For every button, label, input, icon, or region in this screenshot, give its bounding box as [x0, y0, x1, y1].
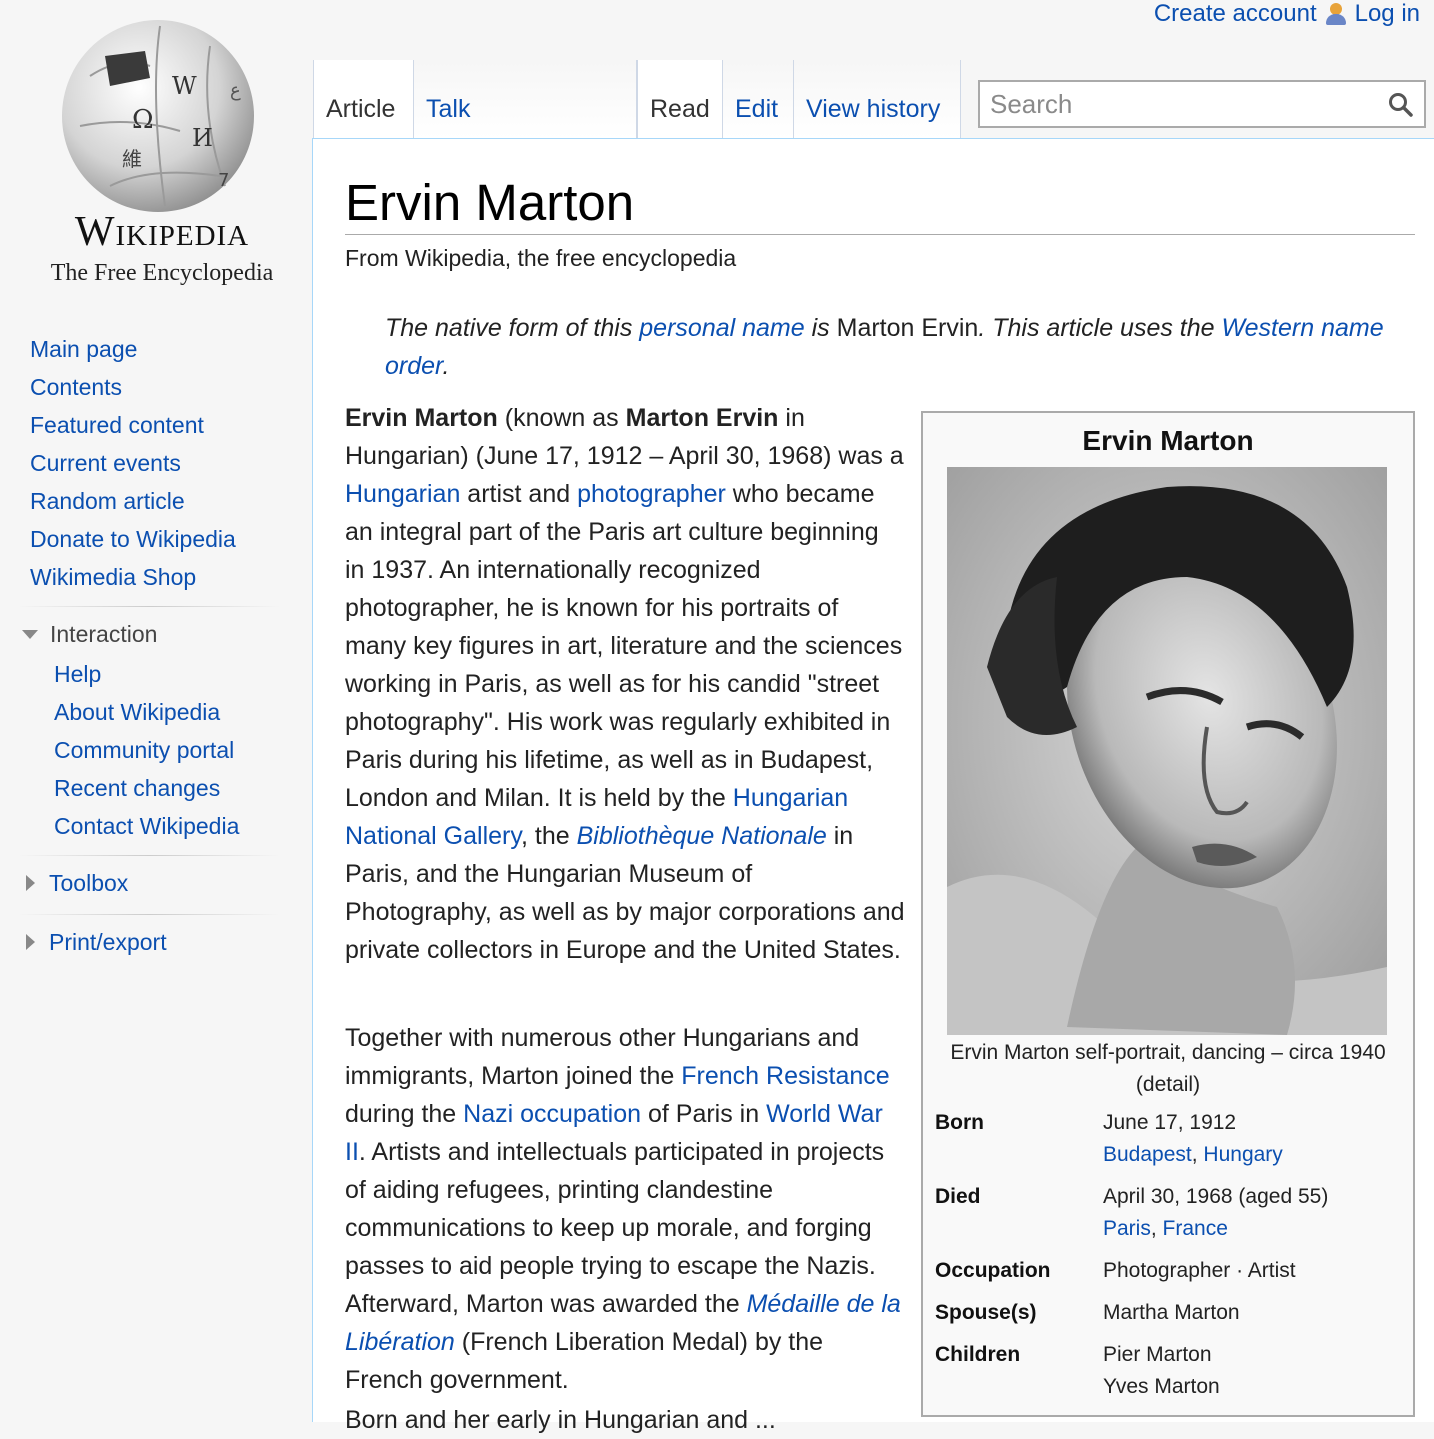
- tab-article[interactable]: Article: [313, 60, 413, 138]
- portal-interaction-heading[interactable]: Interaction: [0, 613, 300, 655]
- site-subtitle: From Wikipedia, the free encyclopedia: [345, 245, 737, 271]
- wikipedia-wordmark: Wikipedia: [74, 209, 250, 255]
- sidebar-divider: [18, 855, 280, 856]
- sidebar-item-recent-changes[interactable]: Recent changes: [0, 769, 300, 807]
- svg-text:Ω: Ω: [132, 105, 154, 135]
- svg-text:7: 7: [218, 170, 229, 191]
- hungary-link[interactable]: Hungary: [1203, 1143, 1282, 1166]
- tab-read[interactable]: Read: [637, 60, 723, 138]
- search-icon[interactable]: [1388, 92, 1414, 118]
- infobox: Ervin Marton Ervin Marton self-portrait,…: [921, 411, 1415, 1417]
- occupation-label: Occupation: [935, 1259, 1051, 1282]
- born-label: Born: [935, 1111, 984, 1134]
- collapse-arrow-icon: [22, 629, 38, 639]
- personal-name-link[interactable]: personal name: [639, 314, 804, 342]
- create-account-link[interactable]: Create account: [1154, 0, 1317, 28]
- sidebar-divider: [18, 914, 280, 915]
- content-area: Ervin Marton From Wikipedia, the free en…: [312, 138, 1434, 1434]
- france-link[interactable]: France: [1163, 1217, 1228, 1240]
- bibliotheque-nationale-link[interactable]: Bibliothèque Nationale: [577, 822, 827, 850]
- personal-tools: Create account Log in: [1154, 0, 1420, 28]
- portal-print-export-heading[interactable]: Print/export: [0, 921, 300, 963]
- sidebar-item-community-portal[interactable]: Community portal: [0, 731, 300, 769]
- lead-paragraph: Ervin Marton (known as Marton Ervin in H…: [345, 404, 905, 964]
- photographer-link[interactable]: photographer: [577, 480, 726, 508]
- portrait-image[interactable]: [947, 467, 1387, 1035]
- svg-text:И: И: [192, 124, 213, 152]
- sidebar-divider: [18, 606, 280, 607]
- sidebar-item-help[interactable]: Help: [0, 655, 300, 693]
- paris-link[interactable]: Paris: [1103, 1217, 1151, 1240]
- portal-toolbox-label: Toolbox: [49, 870, 129, 896]
- title-divider: [345, 234, 1415, 235]
- sidebar: Main page Contents Featured content Curr…: [0, 330, 300, 963]
- body-paragraph: Together with numerous other Hungarians …: [345, 1024, 901, 1394]
- wikipedia-tagline: The Free Encyclopedia: [50, 260, 274, 286]
- french-resistance-link[interactable]: French Resistance: [681, 1062, 889, 1090]
- sidebar-item-wikimedia-shop[interactable]: Wikimedia Shop: [0, 558, 300, 596]
- portal-print-export-label: Print/export: [49, 929, 167, 955]
- portal-interaction-label: Interaction: [50, 621, 158, 647]
- spouse-value: Martha Marton: [1103, 1301, 1240, 1324]
- hungarian-link[interactable]: Hungarian: [345, 480, 460, 508]
- born-value: June 17, 1912 Budapest, Hungary: [1103, 1111, 1283, 1166]
- infobox-title: Ervin Marton: [1082, 425, 1254, 456]
- search-input[interactable]: [988, 88, 1372, 121]
- budapest-link[interactable]: Budapest: [1103, 1143, 1192, 1166]
- hatnote: The native form of this personal name is…: [385, 314, 1384, 380]
- sidebar-item-about[interactable]: About Wikipedia: [0, 693, 300, 731]
- tab-talk[interactable]: Talk: [413, 60, 637, 138]
- search-box: [978, 80, 1426, 128]
- sidebar-item-random-article[interactable]: Random article: [0, 482, 300, 520]
- spouse-label: Spouse(s): [935, 1301, 1037, 1324]
- svg-text:ع: ع: [230, 80, 241, 101]
- body-paragraph-cutoff: Born and her early in Hungarian and ...: [345, 1406, 776, 1434]
- sidebar-item-contact[interactable]: Contact Wikipedia: [0, 807, 300, 845]
- tab-view-history[interactable]: View history: [793, 60, 961, 138]
- sidebar-item-donate[interactable]: Donate to Wikipedia: [0, 520, 300, 558]
- died-label: Died: [935, 1185, 981, 1208]
- sidebar-item-contents[interactable]: Contents: [0, 368, 300, 406]
- wikipedia-logo[interactable]: Ω W И 維 7 ع Wikipedia The Free Encyclope…: [20, 10, 290, 300]
- occupation-value: Photographer · Artist: [1103, 1259, 1296, 1282]
- svg-text:W: W: [172, 72, 197, 100]
- sidebar-item-featured-content[interactable]: Featured content: [0, 406, 300, 444]
- puzzle-globe-icon: Ω W И 維 7 ع: [62, 20, 254, 212]
- user-icon: [1325, 2, 1347, 26]
- tab-edit[interactable]: Edit: [722, 60, 794, 138]
- portal-toolbox-heading[interactable]: Toolbox: [0, 862, 300, 904]
- died-value: April 30, 1968 (aged 55) Paris, France: [1103, 1185, 1329, 1240]
- children-value: Pier Marton Yves Marton: [1103, 1343, 1220, 1398]
- svg-text:維: 維: [122, 147, 142, 171]
- sidebar-item-current-events[interactable]: Current events: [0, 444, 300, 482]
- expand-arrow-icon: [26, 875, 35, 891]
- children-label: Children: [935, 1343, 1021, 1366]
- expand-arrow-icon: [26, 934, 35, 950]
- log-in-link[interactable]: Log in: [1355, 0, 1420, 28]
- nazi-occupation-link[interactable]: Nazi occupation: [463, 1100, 641, 1128]
- page-title: Ervin Marton: [345, 174, 635, 231]
- image-caption: Ervin Marton self-portrait, dancing – ci…: [950, 1041, 1386, 1096]
- sidebar-item-main-page[interactable]: Main page: [0, 330, 300, 368]
